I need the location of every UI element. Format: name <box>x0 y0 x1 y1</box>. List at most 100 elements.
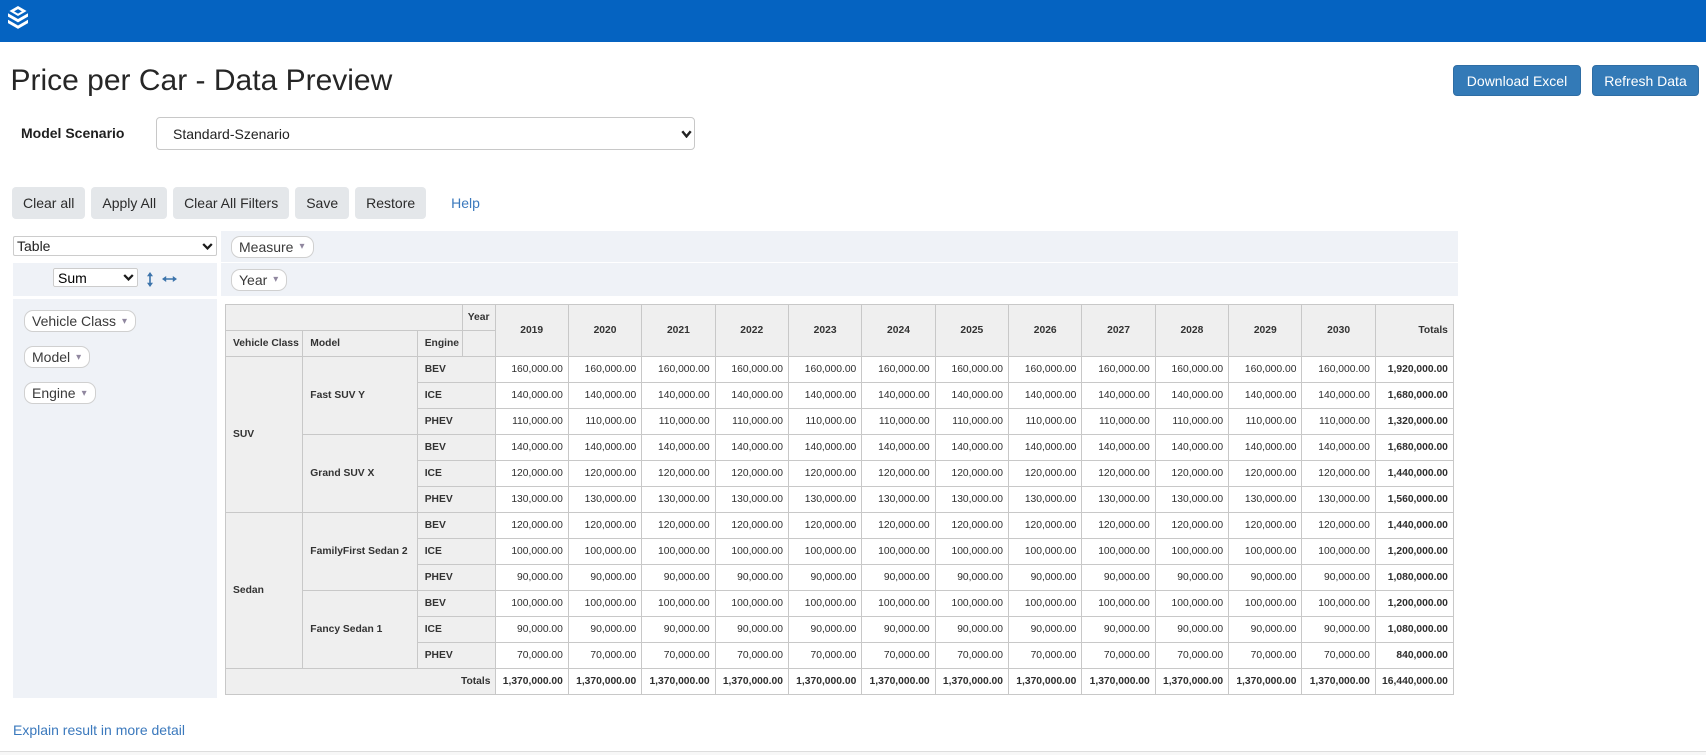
pivot-table-foot: Totals1,370,000.001,370,000.001,370,000.… <box>226 668 1454 694</box>
pivot-value-cell: 90,000.00 <box>568 616 641 642</box>
dropdown-triangle-icon[interactable]: ▾ <box>82 388 87 399</box>
pivot-total-value-cell: 1,370,000.00 <box>935 668 1008 694</box>
pivot-col-label-year-2030[interactable]: 2030 <box>1302 304 1375 356</box>
pivot-col-attrs-area: Year▾ <box>221 263 1458 297</box>
dropdown-triangle-icon[interactable]: ▾ <box>273 274 278 285</box>
pivot-unused-attrs-area: Measure▾ <box>221 231 1458 262</box>
dropdown-triangle-icon[interactable]: ▾ <box>299 241 304 252</box>
pivot-col-label-year-2022[interactable]: 2022 <box>715 304 788 356</box>
pivot-row-total-cell: 1,320,000.00 <box>1375 408 1453 434</box>
top-navbar <box>0 0 1706 42</box>
pivot-value-cell: 160,000.00 <box>1302 356 1375 382</box>
dropdown-triangle-icon[interactable]: ▾ <box>76 352 81 363</box>
clear-all-filters-button[interactable]: Clear All Filters <box>173 187 289 219</box>
pivot-value-cell: 90,000.00 <box>715 616 788 642</box>
pivot-row-total-cell: 1,680,000.00 <box>1375 382 1453 408</box>
pivot-value-cell: 140,000.00 <box>935 382 1008 408</box>
pivot-value-cell: 140,000.00 <box>788 382 861 408</box>
pivot-row-label-engine: ICE <box>417 460 495 486</box>
pivot-value-cell: 110,000.00 <box>1009 408 1082 434</box>
pivot-value-cell: 120,000.00 <box>568 460 641 486</box>
pivot-value-cell: 120,000.00 <box>715 460 788 486</box>
download-excel-button[interactable]: Download Excel <box>1453 65 1581 96</box>
pivot-total-value-cell: 1,370,000.00 <box>862 668 935 694</box>
pivot-value-cell: 100,000.00 <box>1302 538 1375 564</box>
pivot-col-axis-label[interactable]: Year <box>462 304 495 330</box>
pivot-row-axis-label[interactable]: Model <box>303 330 417 356</box>
renderer-select[interactable]: Table <box>13 236 217 256</box>
pivot-value-cell: 160,000.00 <box>935 356 1008 382</box>
pivot-col-label-year-2020[interactable]: 2020 <box>568 304 641 356</box>
pivot-value-cell: 130,000.00 <box>642 486 715 512</box>
restore-button[interactable]: Restore <box>355 187 426 219</box>
pivot-value-cell: 140,000.00 <box>568 382 641 408</box>
model-scenario-select-wrap: Standard-Szenario <box>156 117 695 150</box>
pivot-value-cell: 120,000.00 <box>862 512 935 538</box>
pivot-value-cell: 140,000.00 <box>1229 434 1302 460</box>
help-link[interactable]: Help <box>451 195 480 211</box>
pivot-row-axis-label[interactable]: Engine <box>417 330 462 356</box>
pivot-value-cell: 110,000.00 <box>862 408 935 434</box>
pivot-row-label-model: Fast SUV Y <box>303 356 417 434</box>
col-order-button[interactable] <box>162 276 177 282</box>
attr-pill-year[interactable]: Year▾ <box>231 269 287 291</box>
pivot-value-cell: 160,000.00 <box>1009 356 1082 382</box>
pivot-col-label-year-2021[interactable]: 2021 <box>642 304 715 356</box>
attr-pill-measure[interactable]: Measure▾ <box>231 236 314 258</box>
pivot-value-cell: 110,000.00 <box>495 408 568 434</box>
pivot-col-label-year-2019[interactable]: 2019 <box>495 304 568 356</box>
pivot-value-cell: 100,000.00 <box>1155 590 1228 616</box>
aggregator-select[interactable]: Sum <box>53 268 138 287</box>
dropdown-triangle-icon[interactable]: ▾ <box>122 316 127 327</box>
pivot-value-cell: 90,000.00 <box>1082 616 1155 642</box>
pivot-col-label-year-2023[interactable]: 2023 <box>788 304 861 356</box>
refresh-data-button[interactable]: Refresh Data <box>1592 65 1699 96</box>
pivot-value-cell: 120,000.00 <box>1229 512 1302 538</box>
pivot-col-label-year-2025[interactable]: 2025 <box>935 304 1008 356</box>
save-button[interactable]: Save <box>295 187 349 219</box>
pivot-value-cell: 70,000.00 <box>1155 642 1228 668</box>
pivot-row-axis-label[interactable]: Vehicle Class <box>226 330 303 356</box>
pivot-total-value-cell: 1,370,000.00 <box>1302 668 1375 694</box>
pivot-row-total-cell: 840,000.00 <box>1375 642 1453 668</box>
pivot-value-cell: 70,000.00 <box>1229 642 1302 668</box>
pivot-row-total-cell: 1,560,000.00 <box>1375 486 1453 512</box>
pivot-value-cell: 90,000.00 <box>1082 564 1155 590</box>
pivot-row-label-vehicle-class: SUV <box>226 356 303 512</box>
pivot-col-label-year-2027[interactable]: 2027 <box>1082 304 1155 356</box>
pivot-col-label-year-2024[interactable]: 2024 <box>862 304 935 356</box>
row-order-button[interactable] <box>147 272 153 287</box>
pivot-value-cell: 140,000.00 <box>1229 382 1302 408</box>
attr-pill-vehicle-class[interactable]: Vehicle Class▾ <box>24 310 136 332</box>
pivot-totals-col-header: Totals <box>1375 304 1453 356</box>
stack-logo-icon[interactable] <box>8 6 28 29</box>
pivot-value-cell: 140,000.00 <box>862 434 935 460</box>
explain-result-link[interactable]: Explain result in more detail <box>13 722 185 738</box>
pivot-value-cell: 120,000.00 <box>1229 460 1302 486</box>
model-scenario-select[interactable]: Standard-Szenario <box>156 117 695 150</box>
attr-pill-model[interactable]: Model▾ <box>24 346 90 368</box>
pivot-value-cell: 90,000.00 <box>495 616 568 642</box>
pivot-value-cell: 100,000.00 <box>642 538 715 564</box>
pivot-totals-row-label: Totals <box>226 668 496 694</box>
pivot-value-cell: 160,000.00 <box>1155 356 1228 382</box>
pivot-col-label-year-2026[interactable]: 2026 <box>1009 304 1082 356</box>
pivot-total-value-cell: 1,370,000.00 <box>642 668 715 694</box>
pivot-col-label-year-2029[interactable]: 2029 <box>1229 304 1302 356</box>
vertical-double-arrow-icon <box>147 272 153 287</box>
pivot-axis-filler-cell <box>462 330 495 356</box>
pivot-value-cell: 160,000.00 <box>788 356 861 382</box>
pivot-value-cell: 90,000.00 <box>862 616 935 642</box>
pivot-value-cell: 90,000.00 <box>935 564 1008 590</box>
pivot-data-row: Fancy Sedan 1BEV100,000.00100,000.00100,… <box>226 590 1454 616</box>
apply-all-button[interactable]: Apply All <box>91 187 167 219</box>
pivot-row-label-model: FamilyFirst Sedan 2 <box>303 512 417 590</box>
pivot-value-cell: 100,000.00 <box>862 538 935 564</box>
attr-pill-engine[interactable]: Engine▾ <box>24 382 96 404</box>
pivot-total-value-cell: 1,370,000.00 <box>1155 668 1228 694</box>
pivot-value-cell: 140,000.00 <box>1302 382 1375 408</box>
pivot-value-cell: 130,000.00 <box>1229 486 1302 512</box>
pivot-row-label-model: Grand SUV X <box>303 434 417 512</box>
clear-all-button[interactable]: Clear all <box>12 187 85 219</box>
pivot-col-label-year-2028[interactable]: 2028 <box>1155 304 1228 356</box>
